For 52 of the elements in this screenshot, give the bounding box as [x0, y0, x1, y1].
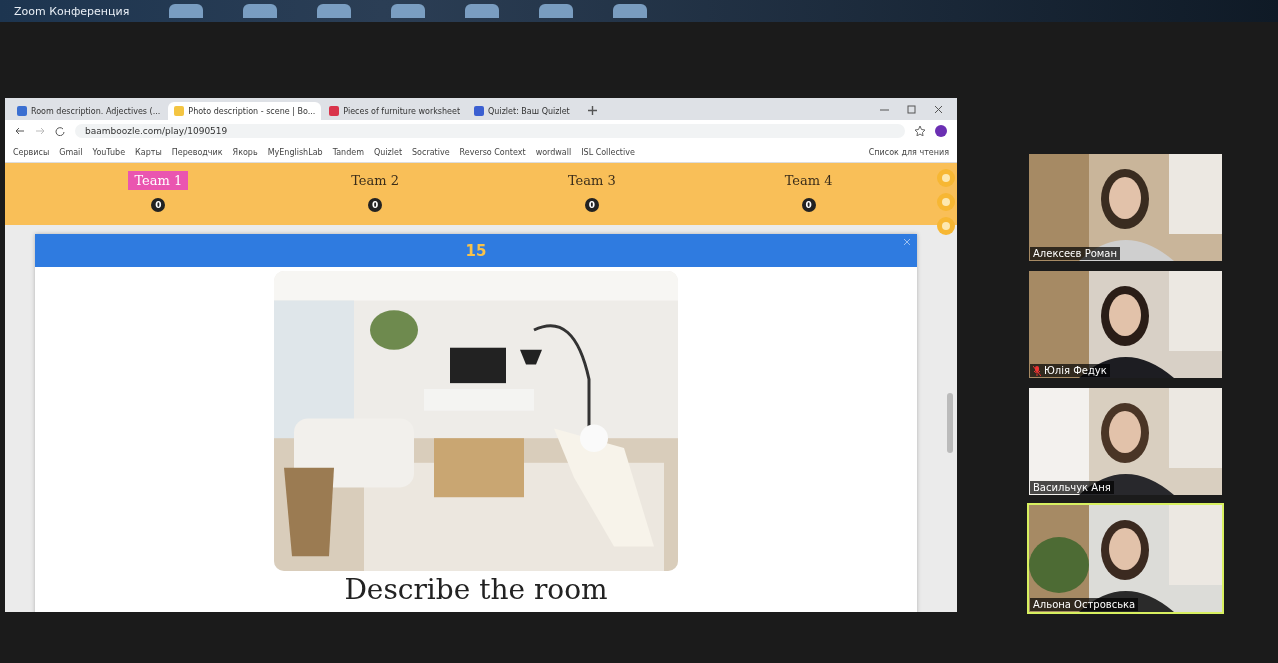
- score-badge: 0: [801, 198, 816, 212]
- participant-name: Васильчук Аня: [1030, 481, 1114, 494]
- browser-tab[interactable]: Quizlet: Ваш Quizlet: [468, 102, 576, 120]
- taskbar-thumbnail[interactable]: [391, 4, 426, 18]
- bookmark-link[interactable]: wordwall: [535, 147, 572, 157]
- participant-name: Алексеєв Роман: [1030, 247, 1120, 260]
- address-field[interactable]: baamboozle.com/play/1090519: [75, 124, 905, 138]
- close-icon[interactable]: [934, 105, 943, 114]
- taskbar-thumbnail[interactable]: [169, 4, 204, 18]
- bookmark-link[interactable]: Якорь: [232, 147, 258, 157]
- favicon-icon: [329, 106, 340, 116]
- reading-list-link[interactable]: Список для чтения: [868, 147, 949, 157]
- taskbar-thumbnail[interactable]: [465, 4, 500, 18]
- restore-icon[interactable]: [907, 105, 916, 114]
- taskbar-thumbnail[interactable]: [539, 4, 574, 18]
- taskbar-thumbnail[interactable]: [317, 4, 352, 18]
- timer-text: 15: [465, 241, 487, 260]
- scrollbar[interactable]: [947, 393, 953, 453]
- participant-name: Альона Островська: [1030, 598, 1139, 611]
- bookmark-link[interactable]: MyEnglishLab: [267, 147, 323, 157]
- profile-avatar[interactable]: [935, 125, 947, 137]
- bookmark-link[interactable]: YouTube: [92, 147, 126, 157]
- taskbar-thumbnail[interactable]: [243, 4, 278, 18]
- browser-tab[interactable]: Photo description - scene | Bo...: [168, 102, 322, 120]
- bookmark-link[interactable]: Quizlet: [373, 147, 403, 157]
- team-tab[interactable]: Team 4: [778, 171, 839, 190]
- bookmark-link[interactable]: ISL Collective: [581, 147, 635, 157]
- bookmark-link[interactable]: Переводчик: [171, 147, 223, 157]
- back-icon[interactable]: [15, 126, 25, 136]
- bookmark-link[interactable]: Сервисы: [13, 147, 50, 157]
- favicon-icon: [174, 106, 185, 116]
- score-badge: 0: [584, 198, 599, 212]
- question-text: Describe the room: [344, 573, 608, 606]
- team-tab[interactable]: Team 2: [345, 171, 406, 190]
- score-badge: 0: [368, 198, 383, 212]
- bookmark-link[interactable]: Socrative: [412, 147, 450, 157]
- star-icon[interactable]: [915, 126, 925, 136]
- bookmark-link[interactable]: Reverso Context: [459, 147, 526, 157]
- browser-tab[interactable]: Pieces of furniture worksheet: [323, 102, 467, 120]
- favicon-icon: [474, 106, 485, 116]
- taskbar-thumbnail[interactable]: [613, 4, 648, 18]
- new-tab-icon[interactable]: [587, 106, 597, 115]
- reload-icon[interactable]: [55, 126, 65, 136]
- participant-name: Юлія Федук: [1030, 364, 1110, 377]
- bookmark-link[interactable]: Gmail: [59, 147, 83, 157]
- browser-tab[interactable]: Room description. Adjectives (...: [11, 102, 167, 120]
- window-title: Zoom Конференция: [14, 4, 130, 18]
- team-tab[interactable]: Team 3: [561, 171, 622, 190]
- bookmark-link[interactable]: Tandem: [332, 147, 364, 157]
- score-badge: 0: [151, 198, 166, 212]
- favicon-icon: [17, 106, 27, 116]
- bookmark-link[interactable]: Карты: [135, 147, 162, 157]
